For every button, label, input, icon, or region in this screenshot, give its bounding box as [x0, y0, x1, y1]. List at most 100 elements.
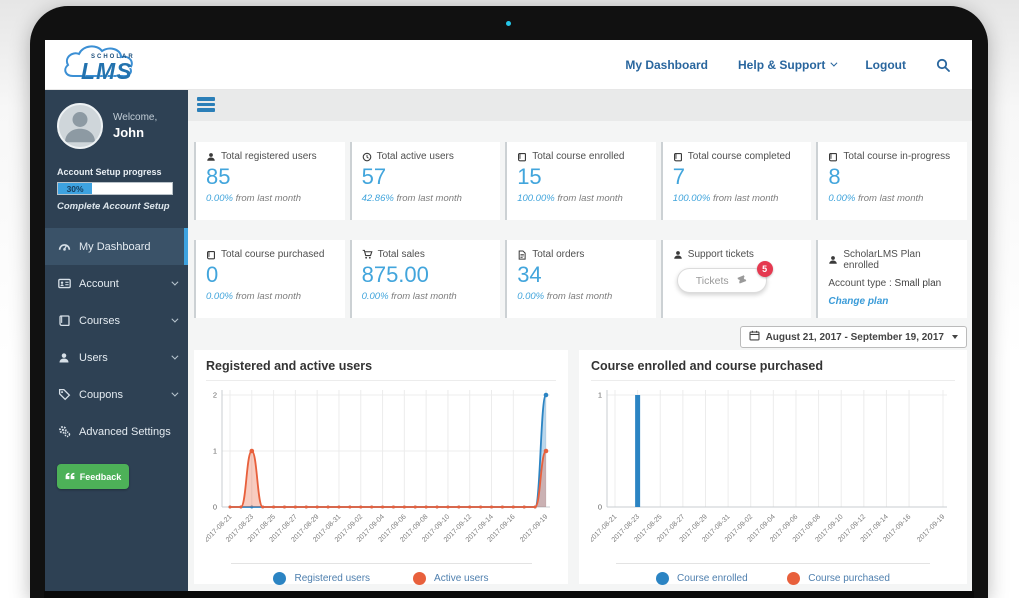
- sidebar: Welcome, John Account Setup progress 30%…: [45, 90, 188, 593]
- sidebar-item-label: My Dashboard: [79, 241, 151, 253]
- stat-value: 8: [828, 165, 957, 189]
- stat-percent: 0.00%: [206, 193, 233, 204]
- stat-card-course-in-progress: Total course in-progress 8 0.00% from la…: [816, 142, 967, 220]
- sidebar-item-courses[interactable]: Courses: [45, 302, 188, 339]
- avatar: [57, 103, 103, 149]
- sidebar-item-my-dashboard[interactable]: My Dashboard: [45, 228, 188, 265]
- course-enrolled-purchased-chart: 2017-08-212017-08-232017-08-252017-08-27…: [591, 385, 953, 563]
- progress-label: Account Setup progress: [57, 167, 176, 177]
- stat-suffix: from last month: [557, 193, 622, 204]
- complete-account-setup-link[interactable]: Complete Account Setup: [57, 201, 176, 212]
- legend-active-users[interactable]: Active users: [413, 572, 488, 585]
- profile-block: Welcome, John: [45, 90, 188, 159]
- book-icon: [673, 152, 683, 162]
- device-base: [44, 591, 974, 598]
- date-range-picker[interactable]: August 21, 2017 - September 19, 2017: [740, 326, 967, 348]
- stat-suffix: from last month: [713, 193, 778, 204]
- stat-title: Total course purchased: [221, 249, 324, 260]
- sidebar-item-users[interactable]: Users: [45, 339, 188, 376]
- legend-course-enrolled[interactable]: Course enrolled: [656, 572, 748, 585]
- stat-card-course-purchased: Total course purchased 0 0.00% from last…: [194, 240, 345, 318]
- stat-suffix: from last month: [236, 193, 301, 204]
- tickets-button[interactable]: Tickets: [677, 268, 767, 293]
- svg-text:1: 1: [213, 447, 217, 456]
- tablet-frame: SCHOLAR LMS My Dashboard Help & Support …: [30, 6, 988, 598]
- stat-suffix: from last month: [396, 193, 461, 204]
- stat-title: ScholarLMS Plan enrolled: [843, 249, 957, 271]
- stat-value: 85: [206, 165, 335, 189]
- legend-dot-blue: [273, 572, 286, 585]
- sidebar-item-advanced-settings[interactable]: Advanced Settings: [45, 413, 188, 450]
- book-icon: [517, 152, 527, 162]
- svg-text:1: 1: [598, 391, 602, 400]
- sidebar-item-account[interactable]: Account: [45, 265, 188, 302]
- sidebar-item-label: Coupons: [79, 389, 123, 401]
- stat-title: Total course in-progress: [843, 151, 950, 162]
- stat-value: 34: [517, 263, 646, 287]
- toolbar-strip: [188, 90, 972, 121]
- chart-title: Registered and active users: [206, 359, 556, 381]
- chart-panel-registered-active-users: Registered and active users 2017-08-2120…: [194, 350, 568, 584]
- date-range-label: August 21, 2017 - September 19, 2017: [766, 332, 944, 343]
- sidebar-item-label: Courses: [79, 315, 120, 327]
- tickets-label: Tickets: [696, 275, 729, 287]
- nav-help-support[interactable]: Help & Support: [738, 58, 835, 72]
- stat-title: Support tickets: [688, 249, 754, 260]
- feedback-label: Feedback: [80, 472, 122, 482]
- logo-lms-text: LMS: [81, 58, 133, 85]
- legend-dot-orange: [787, 572, 800, 585]
- user-icon: [828, 255, 838, 265]
- support-tickets-card: Support tickets Tickets 5: [661, 240, 812, 318]
- legend-course-purchased[interactable]: Course purchased: [787, 572, 890, 585]
- clock-icon: [362, 152, 372, 162]
- user-icon: [57, 352, 71, 364]
- user-icon: [673, 250, 683, 260]
- feedback-button[interactable]: Feedback: [57, 464, 129, 489]
- stat-percent: 0.00%: [828, 193, 855, 204]
- account-setup-block: Account Setup progress 30% Complete Acco…: [45, 159, 188, 214]
- legend-registered-users[interactable]: Registered users: [273, 572, 370, 585]
- registered-active-users-chart: 2017-08-212017-08-232017-08-252017-08-27…: [206, 385, 556, 563]
- date-range-row: August 21, 2017 - September 19, 2017: [740, 326, 967, 348]
- stat-card-active-users: Total active users 57 42.86% from last m…: [350, 142, 501, 220]
- stat-card-registered-users: Total registered users 85 0.00% from las…: [194, 142, 345, 220]
- stat-title: Total sales: [378, 249, 425, 260]
- stat-suffix: from last month: [858, 193, 923, 204]
- stat-percent: 100.00%: [517, 193, 555, 204]
- app-screen: SCHOLAR LMS My Dashboard Help & Support …: [45, 40, 972, 593]
- svg-text:0: 0: [598, 503, 602, 512]
- top-navigation: My Dashboard Help & Support Logout: [625, 58, 972, 72]
- cart-icon: [362, 249, 373, 260]
- chevron-down-icon: [831, 60, 838, 67]
- nav-my-dashboard[interactable]: My Dashboard: [625, 58, 708, 72]
- account-type-value: Small plan: [895, 278, 942, 289]
- chart-legend: Registered users Active users: [231, 563, 532, 585]
- camera-dot: [506, 21, 511, 26]
- change-plan-link[interactable]: Change plan: [828, 296, 888, 307]
- search-icon[interactable]: [936, 58, 950, 72]
- page: SCHOLAR LMS My Dashboard Help & Support …: [0, 0, 1019, 598]
- nav-logout[interactable]: Logout: [865, 58, 906, 72]
- id-card-icon: [57, 277, 71, 290]
- book-icon: [57, 314, 71, 327]
- legend-dot-blue: [656, 572, 669, 585]
- stat-card-course-enrolled: Total course enrolled 15 100.00% from la…: [505, 142, 656, 220]
- username: John: [113, 125, 157, 140]
- chart-title: Course enrolled and course purchased: [591, 359, 955, 381]
- account-type-label: Account type :: [828, 278, 891, 289]
- hamburger-menu-icon[interactable]: [197, 97, 215, 114]
- chart-legend: Course enrolled Course purchased: [616, 563, 929, 585]
- stats-row-2: Total course purchased 0 0.00% from last…: [194, 240, 967, 318]
- dashboard-icon: [57, 240, 71, 253]
- svg-text:0: 0: [213, 503, 217, 512]
- stat-suffix: from last month: [547, 291, 612, 302]
- stat-card-total-sales: Total sales 875.00 0.00% from last month: [350, 240, 501, 318]
- sidebar-item-coupons[interactable]: Coupons: [45, 376, 188, 413]
- stat-value: 57: [362, 165, 491, 189]
- stat-card-course-completed: Total course completed 7 100.00% from la…: [661, 142, 812, 220]
- sidebar-item-label: Account: [79, 278, 119, 290]
- scholar-lms-logo[interactable]: SCHOLAR LMS: [59, 41, 179, 89]
- app-header: SCHOLAR LMS My Dashboard Help & Support …: [45, 40, 972, 90]
- stat-suffix: from last month: [391, 291, 456, 302]
- stat-value: 15: [517, 165, 646, 189]
